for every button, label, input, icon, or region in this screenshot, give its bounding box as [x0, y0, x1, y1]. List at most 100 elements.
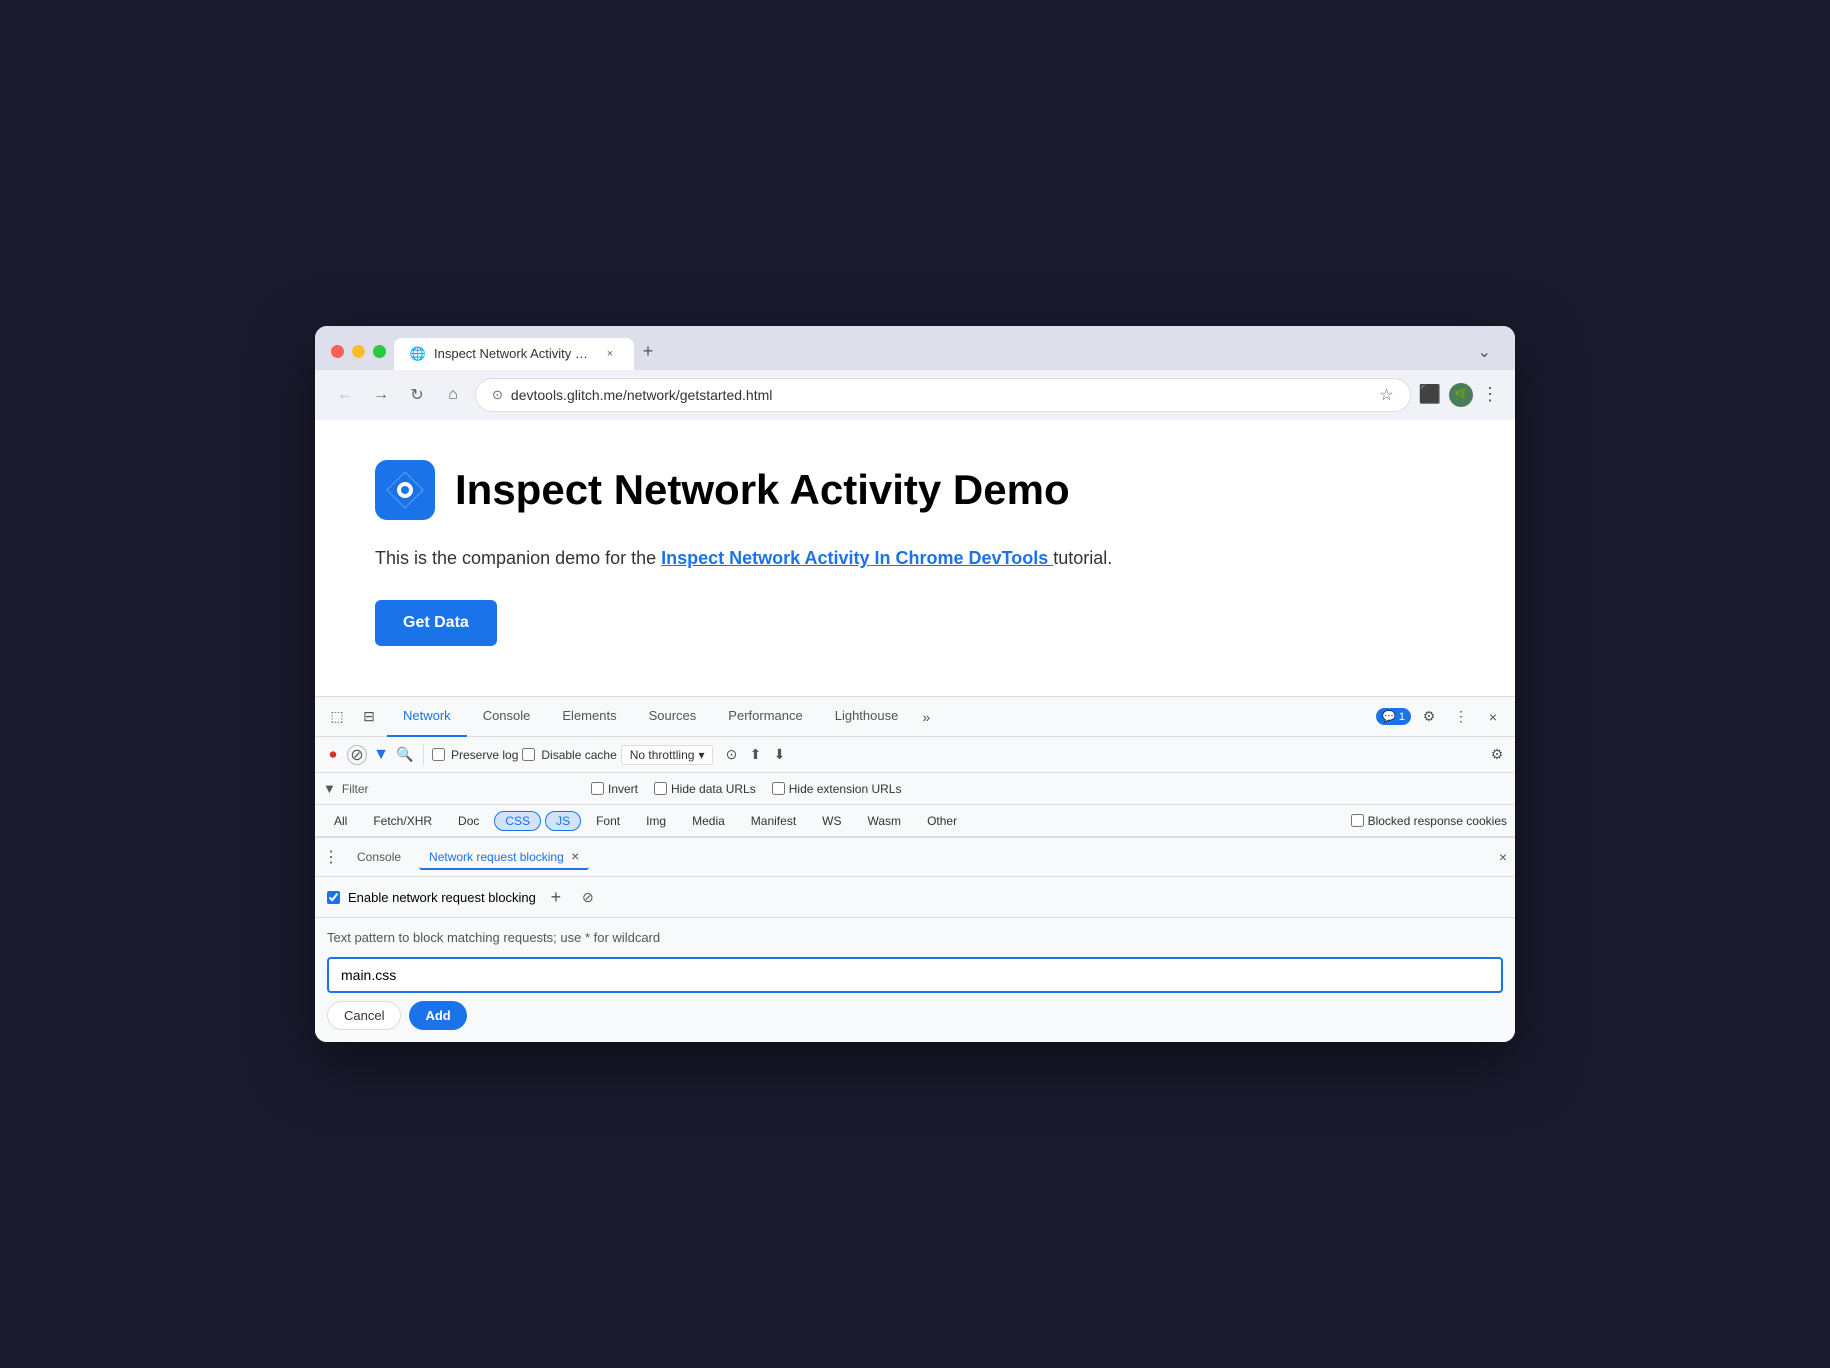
- filter-other[interactable]: Other: [916, 811, 968, 831]
- record-button[interactable]: ⏺: [323, 745, 343, 765]
- blocked-cookies-label: Blocked response cookies: [1368, 814, 1507, 828]
- filter-button[interactable]: ▼: [371, 745, 391, 765]
- clear-patterns-button[interactable]: ⊘: [576, 885, 600, 909]
- tab-sources[interactable]: Sources: [633, 697, 713, 737]
- minimize-window-button[interactable]: [352, 345, 365, 358]
- enable-blocking-row: Enable network request blocking + ⊘: [315, 877, 1515, 918]
- devtools-right-actions: 💬 1 ⚙ ⋮ ×: [1376, 703, 1507, 731]
- forward-button[interactable]: →: [367, 381, 395, 409]
- maximize-window-button[interactable]: [373, 345, 386, 358]
- invert-checkbox[interactable]: Invert: [591, 782, 638, 796]
- traffic-lights: [331, 345, 386, 370]
- tab-close-button[interactable]: ×: [602, 346, 618, 362]
- reload-button[interactable]: ↻: [403, 381, 431, 409]
- console-panel-tab[interactable]: Console: [347, 846, 411, 868]
- page-title: Inspect Network Activity Demo: [455, 466, 1070, 514]
- new-tab-button[interactable]: +: [634, 338, 662, 366]
- pattern-input-field[interactable]: [327, 957, 1503, 993]
- browser-menu-button[interactable]: ⋮: [1481, 384, 1499, 405]
- hide-data-checkbox[interactable]: Hide data URLs: [654, 782, 756, 796]
- add-button[interactable]: Add: [409, 1001, 466, 1030]
- clear-network-button[interactable]: ⊘: [347, 745, 367, 765]
- filter-css[interactable]: CSS: [494, 811, 541, 831]
- filter-wasm[interactable]: Wasm: [857, 811, 913, 831]
- address-bar: ← → ↻ ⌂ ⊙ devtools.glitch.me/network/get…: [315, 370, 1515, 420]
- filter-checkboxes: Invert Hide data URLs Hide extension URL…: [591, 782, 901, 796]
- devtools-tabs: Network Console Elements Sources Perform…: [387, 697, 1372, 737]
- hide-extension-input[interactable]: [772, 782, 785, 795]
- tab-elements[interactable]: Elements: [546, 697, 632, 737]
- filter-img[interactable]: Img: [635, 811, 677, 831]
- preserve-log-input[interactable]: [432, 748, 445, 761]
- browser-actions: ⬛ 🌿 ⋮: [1419, 383, 1499, 407]
- filter-js[interactable]: JS: [545, 811, 581, 831]
- preserve-log-checkbox[interactable]: Preserve log: [432, 748, 518, 762]
- avatar[interactable]: 🌿: [1449, 383, 1473, 407]
- hide-data-input[interactable]: [654, 782, 667, 795]
- page-header: Inspect Network Activity Demo: [375, 460, 1455, 520]
- add-pattern-icon-button[interactable]: +: [544, 885, 568, 909]
- filter-font[interactable]: Font: [585, 811, 631, 831]
- tab-network[interactable]: Network: [387, 697, 467, 737]
- network-blocking-panel-tab[interactable]: Network request blocking ×: [419, 844, 589, 870]
- enable-blocking-checkbox[interactable]: Enable network request blocking: [327, 890, 536, 905]
- page-logo: [375, 460, 435, 520]
- close-window-button[interactable]: [331, 345, 344, 358]
- filter-manifest[interactable]: Manifest: [740, 811, 807, 831]
- network-settings-icon[interactable]: ⚙: [1487, 745, 1507, 765]
- filter-row: ▼ Filter Invert Hide data URLs Hide exte…: [315, 773, 1515, 805]
- back-button[interactable]: ←: [331, 381, 359, 409]
- panel-header: ⋮ Console Network request blocking × ×: [315, 838, 1515, 877]
- url-text: devtools.glitch.me/network/getstarted.ht…: [511, 387, 1371, 403]
- cancel-button[interactable]: Cancel: [327, 1001, 401, 1030]
- toolbar-separator: [423, 745, 424, 765]
- panel-close-button[interactable]: ×: [1499, 849, 1507, 865]
- cursor-tool-button[interactable]: ⬚: [323, 703, 351, 731]
- tab-lighthouse[interactable]: Lighthouse: [819, 697, 915, 737]
- tab-performance[interactable]: Performance: [712, 697, 818, 737]
- type-filters: All Fetch/XHR Doc CSS JS Font Img Media …: [315, 805, 1515, 837]
- filter-doc[interactable]: Doc: [447, 811, 490, 831]
- enable-blocking-label: Enable network request blocking: [348, 890, 536, 905]
- url-bar[interactable]: ⊙ devtools.glitch.me/network/getstarted.…: [475, 378, 1411, 412]
- upload-icon[interactable]: ⬆: [745, 745, 765, 765]
- filter-ws[interactable]: WS: [811, 811, 852, 831]
- blocked-cookies-filter[interactable]: Blocked response cookies: [1351, 814, 1507, 828]
- wifi-settings-icon[interactable]: ⊙: [721, 745, 741, 765]
- download-icon[interactable]: ⬇: [769, 745, 789, 765]
- enable-blocking-input[interactable]: [327, 891, 340, 904]
- panel-tab-close-button[interactable]: ×: [571, 848, 579, 864]
- throttle-arrow-icon: ▾: [698, 748, 704, 762]
- pattern-hint-text: Text pattern to block matching requests;…: [327, 930, 660, 945]
- more-tabs-button[interactable]: »: [914, 709, 938, 725]
- devtools-close-button[interactable]: ×: [1479, 703, 1507, 731]
- search-button[interactable]: 🔍: [395, 745, 415, 765]
- filter-funnel-icon: ▼: [323, 781, 336, 796]
- filter-fetch-xhr[interactable]: Fetch/XHR: [362, 811, 443, 831]
- devtools-link[interactable]: Inspect Network Activity In Chrome DevTo…: [661, 548, 1053, 568]
- devtools-settings-button[interactable]: ⚙: [1415, 703, 1443, 731]
- tab-console[interactable]: Console: [467, 697, 547, 737]
- throttle-selector[interactable]: No throttling ▾: [621, 745, 714, 765]
- invert-input[interactable]: [591, 782, 604, 795]
- devtools-more-button[interactable]: ⋮: [1447, 703, 1475, 731]
- home-button[interactable]: ⌂: [439, 381, 467, 409]
- tab-menu-button[interactable]: ⌄: [1470, 338, 1499, 366]
- disable-cache-checkbox[interactable]: Disable cache: [522, 748, 616, 762]
- blocked-cookies-input[interactable]: [1351, 814, 1364, 827]
- filter-media[interactable]: Media: [681, 811, 736, 831]
- page-content: Inspect Network Activity Demo This is th…: [315, 420, 1515, 697]
- filter-all[interactable]: All: [323, 811, 358, 831]
- bookmark-icon[interactable]: ☆: [1379, 385, 1393, 405]
- tab-title: Inspect Network Activity Dem: [434, 346, 594, 361]
- extensions-icon[interactable]: ⬛: [1419, 384, 1441, 405]
- active-tab[interactable]: 🌐 Inspect Network Activity Dem ×: [394, 338, 634, 370]
- pattern-input-row: Cancel Add: [315, 957, 1515, 1042]
- panel-menu-icon[interactable]: ⋮: [323, 847, 339, 867]
- disable-cache-input[interactable]: [522, 748, 535, 761]
- url-security-icon: ⊙: [492, 387, 503, 403]
- hide-extension-checkbox[interactable]: Hide extension URLs: [772, 782, 902, 796]
- issues-badge[interactable]: 💬 1: [1376, 708, 1411, 725]
- device-tool-button[interactable]: ⊟: [355, 703, 383, 731]
- get-data-button[interactable]: Get Data: [375, 600, 497, 646]
